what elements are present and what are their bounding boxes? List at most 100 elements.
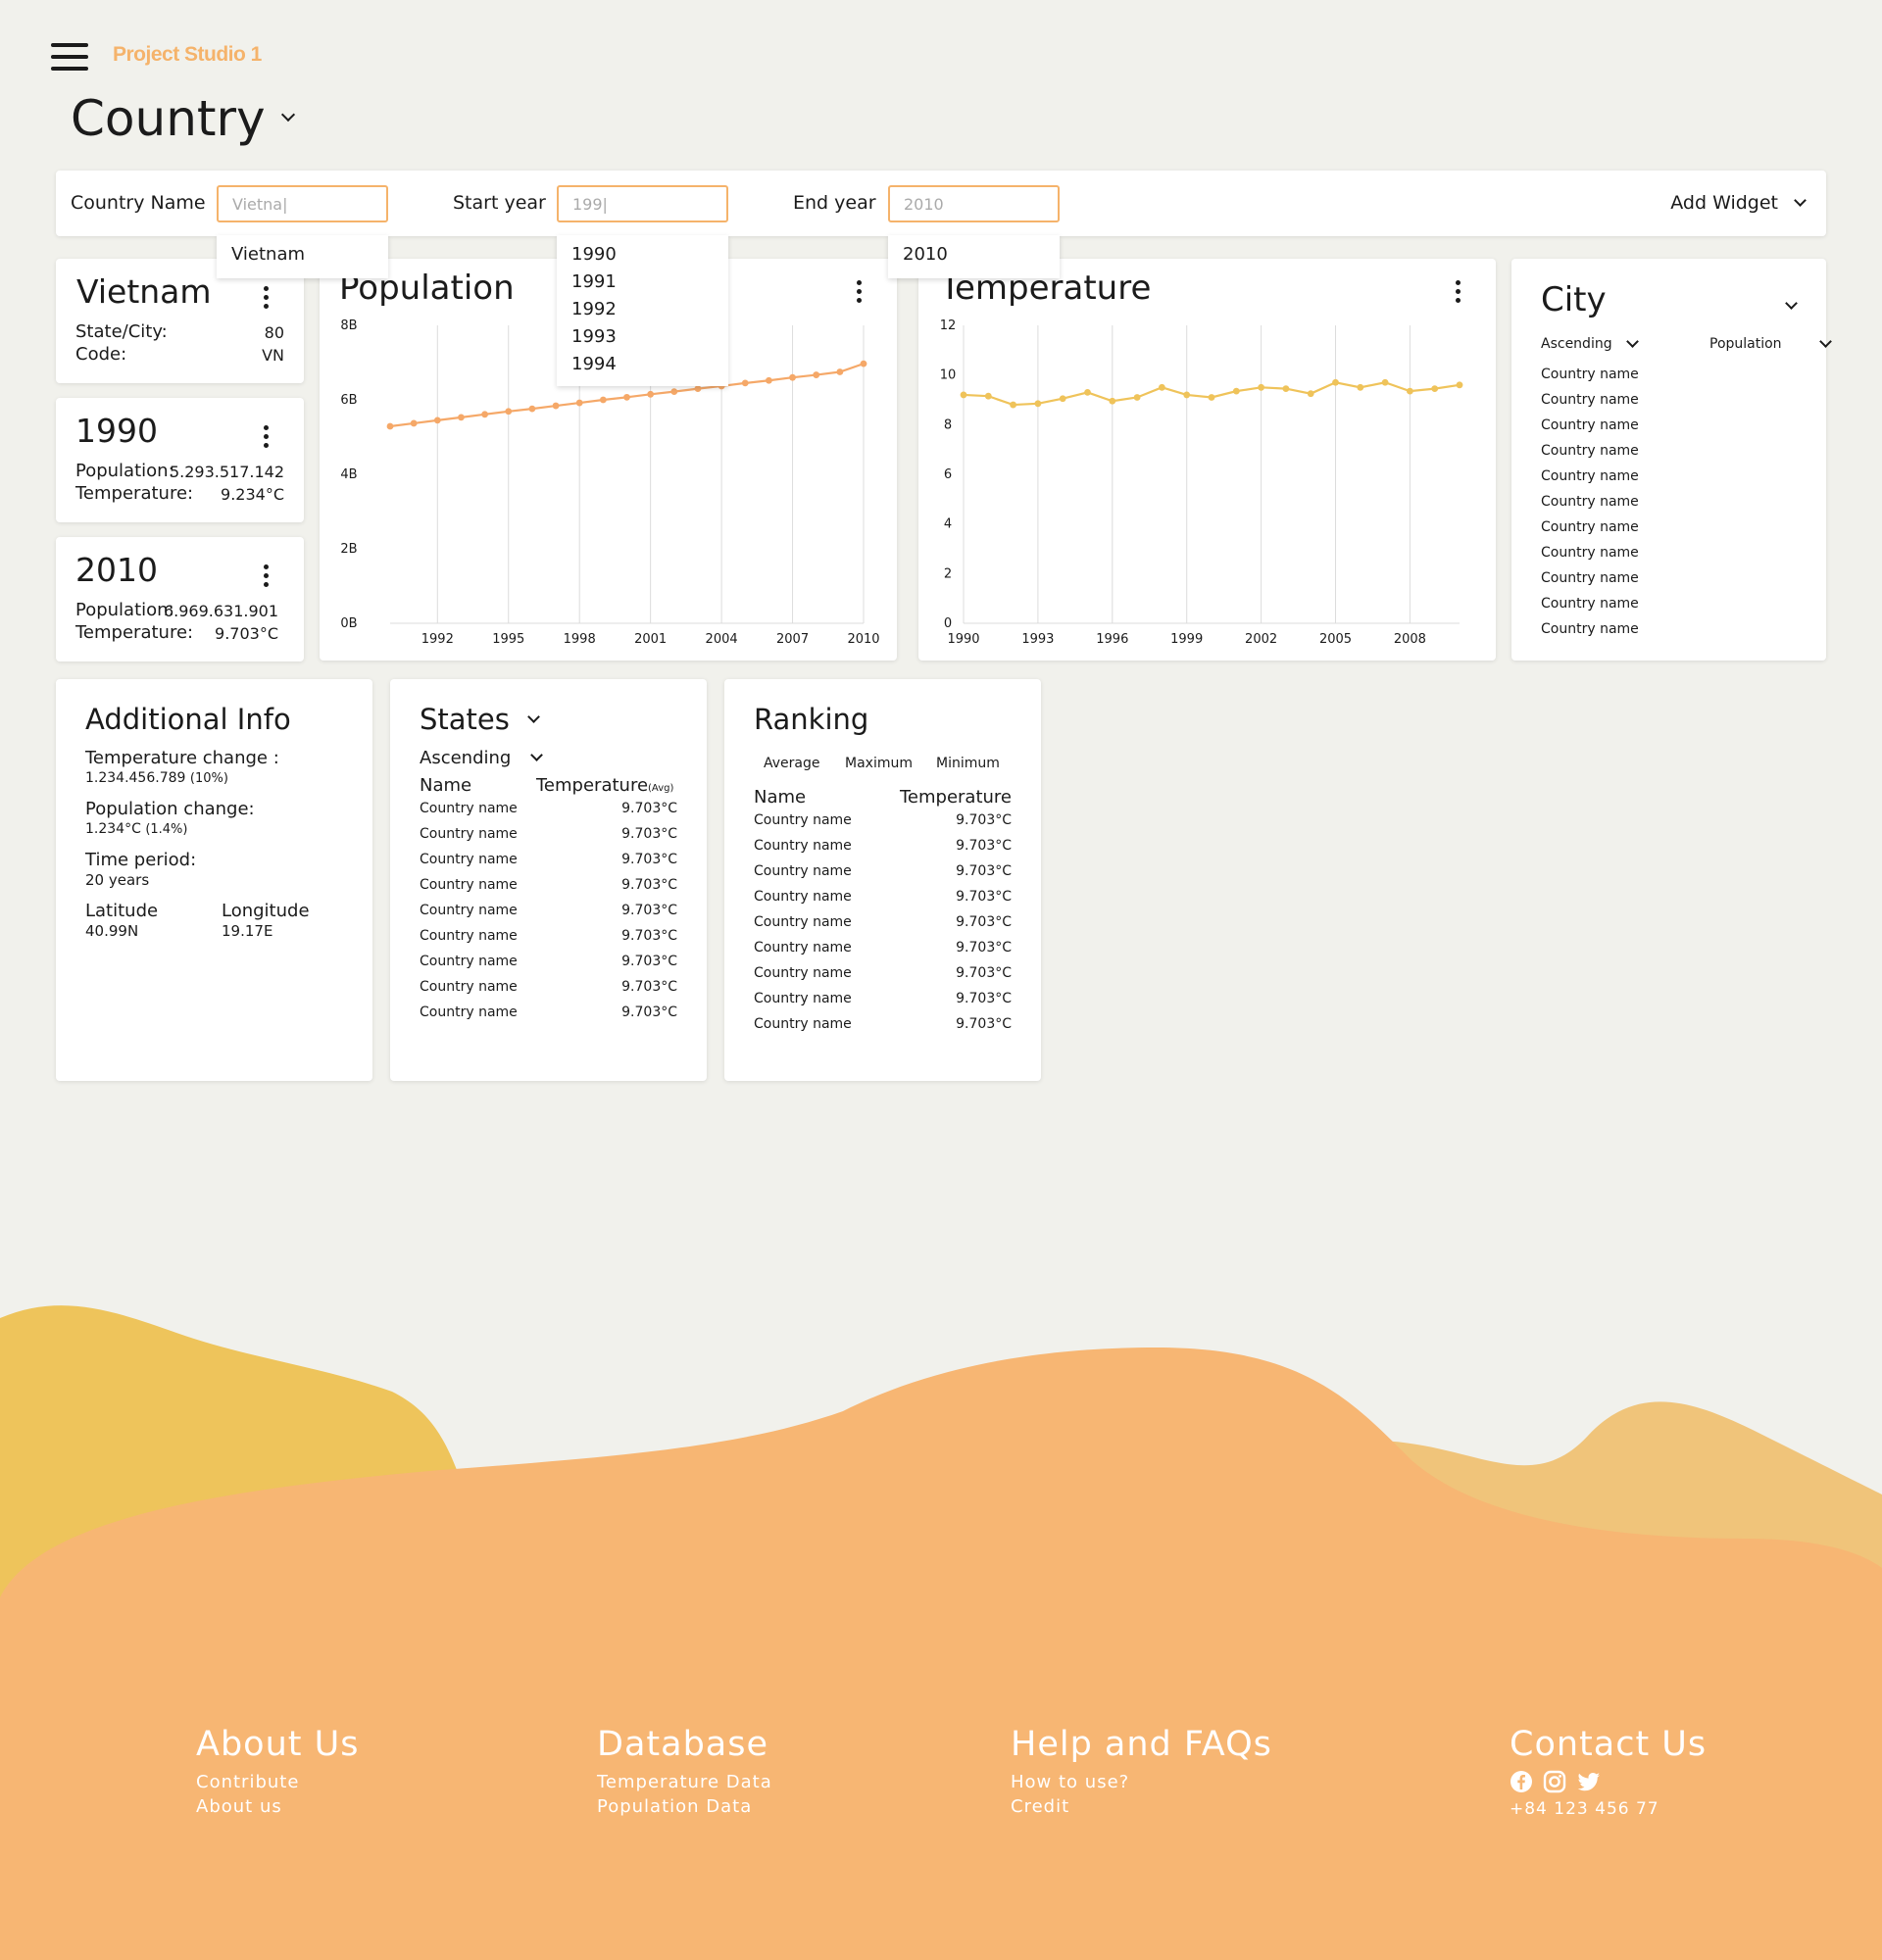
data-point[interactable] — [860, 360, 867, 368]
city-list-item[interactable]: Country name — [1541, 468, 1639, 484]
table-row-name[interactable]: Country name — [420, 928, 518, 944]
data-point[interactable] — [575, 399, 583, 407]
twitter-icon[interactable] — [1576, 1770, 1602, 1793]
footer-link-credit[interactable]: Credit — [1011, 1794, 1272, 1819]
footer-link-about-us[interactable]: About us — [196, 1794, 359, 1819]
data-point[interactable] — [528, 405, 536, 413]
table-row-name[interactable]: Country name — [754, 838, 852, 854]
suggestion-item[interactable]: 2010 — [903, 241, 1045, 269]
data-point[interactable] — [741, 379, 749, 387]
table-row-name[interactable]: Country name — [754, 940, 852, 956]
tab-maximum[interactable]: Maximum — [845, 756, 913, 771]
data-point[interactable] — [505, 408, 513, 416]
footer-link-population-data[interactable]: Population Data — [597, 1794, 772, 1819]
data-point[interactable] — [1307, 390, 1314, 398]
data-point[interactable] — [960, 391, 967, 399]
facebook-icon[interactable] — [1510, 1770, 1533, 1793]
data-point[interactable] — [599, 396, 607, 404]
more-options-icon[interactable] — [264, 564, 270, 591]
data-point[interactable] — [1109, 397, 1116, 405]
app-logo[interactable]: Project Studio 1 — [113, 43, 262, 67]
table-row-name[interactable]: Country name — [420, 903, 518, 918]
data-point[interactable] — [1282, 385, 1290, 392]
city-list-item[interactable]: Country name — [1541, 545, 1639, 561]
footer-phone[interactable]: +84 123 456 77 — [1510, 1797, 1707, 1822]
city-list-item[interactable]: Country name — [1541, 519, 1639, 535]
data-point[interactable] — [766, 376, 772, 384]
data-point[interactable] — [1381, 378, 1389, 386]
sort-field-dropdown[interactable]: Population — [1709, 335, 1832, 352]
more-options-icon[interactable] — [264, 425, 270, 452]
data-point[interactable] — [1456, 381, 1463, 389]
data-point[interactable] — [1258, 383, 1264, 391]
data-point[interactable] — [1232, 387, 1240, 395]
tab-minimum[interactable]: Minimum — [936, 756, 1000, 771]
data-point[interactable] — [1010, 401, 1016, 409]
table-row-name[interactable]: Country name — [420, 1004, 518, 1020]
more-options-icon[interactable] — [264, 286, 270, 313]
city-list-item[interactable]: Country name — [1541, 392, 1639, 408]
city-list-item[interactable]: Country name — [1541, 596, 1639, 612]
city-list-item[interactable]: Country name — [1541, 443, 1639, 459]
data-point[interactable] — [1133, 394, 1141, 401]
data-point[interactable] — [623, 393, 630, 401]
menu-icon[interactable] — [51, 43, 88, 71]
states-title-dropdown[interactable]: States — [420, 703, 540, 736]
country-name-input[interactable] — [217, 185, 388, 222]
page-title-dropdown[interactable]: Country — [71, 90, 295, 147]
city-list-item[interactable]: Country name — [1541, 570, 1639, 586]
data-point[interactable] — [1183, 391, 1191, 399]
suggestion-item[interactable]: 1991 — [571, 269, 714, 296]
data-point[interactable] — [1034, 400, 1042, 408]
data-point[interactable] — [458, 414, 465, 421]
city-list-item[interactable]: Country name — [1541, 621, 1639, 637]
data-point[interactable] — [433, 416, 441, 424]
footer-link-how-to-use[interactable]: How to use? — [1011, 1770, 1272, 1794]
table-row-name[interactable]: Country name — [420, 826, 518, 842]
end-year-input[interactable] — [888, 185, 1060, 222]
table-row-name[interactable]: Country name — [754, 812, 852, 828]
data-point[interactable] — [1084, 389, 1091, 396]
data-point[interactable] — [1407, 387, 1413, 395]
suggestion-item[interactable]: 1992 — [571, 296, 714, 323]
data-point[interactable] — [984, 392, 992, 400]
table-row-name[interactable]: Country name — [420, 852, 518, 867]
table-row-name[interactable]: Country name — [754, 1016, 852, 1032]
add-widget-button[interactable]: Add Widget — [1670, 192, 1807, 214]
data-point[interactable] — [552, 402, 560, 410]
data-point[interactable] — [836, 368, 844, 375]
data-point[interactable] — [410, 419, 418, 427]
suggestion-item[interactable]: 1993 — [571, 323, 714, 351]
table-row-name[interactable]: Country name — [420, 954, 518, 969]
table-row-name[interactable]: Country name — [420, 979, 518, 995]
data-point[interactable] — [694, 385, 702, 392]
suggestion-item[interactable]: 1990 — [571, 241, 714, 269]
data-point[interactable] — [1159, 383, 1165, 391]
chevron-down-icon[interactable] — [1785, 297, 1798, 310]
table-row-name[interactable]: Country name — [420, 801, 518, 816]
table-row-name[interactable]: Country name — [754, 914, 852, 930]
city-list-item[interactable]: Country name — [1541, 417, 1639, 433]
data-point[interactable] — [1208, 394, 1215, 401]
suggestion-item[interactable]: Vietnam — [231, 241, 373, 269]
table-row-name[interactable]: Country name — [420, 877, 518, 893]
data-point[interactable] — [670, 388, 678, 396]
sort-order-dropdown[interactable]: Ascending — [1541, 335, 1639, 352]
city-list-item[interactable]: Country name — [1541, 494, 1639, 510]
table-row-name[interactable]: Country name — [754, 965, 852, 981]
instagram-icon[interactable] — [1543, 1770, 1566, 1793]
table-row-name[interactable]: Country name — [754, 889, 852, 905]
suggestion-item[interactable]: 1994 — [571, 351, 714, 378]
data-point[interactable] — [647, 390, 655, 398]
data-point[interactable] — [1059, 395, 1066, 403]
table-row-name[interactable]: Country name — [754, 863, 852, 879]
start-year-input[interactable] — [557, 185, 728, 222]
data-point[interactable] — [1357, 383, 1364, 391]
footer-link-temperature-data[interactable]: Temperature Data — [597, 1770, 772, 1794]
sort-order-dropdown[interactable]: Ascending — [420, 748, 544, 768]
data-point[interactable] — [813, 371, 820, 378]
data-point[interactable] — [789, 373, 796, 381]
tab-average[interactable]: Average — [764, 756, 820, 771]
data-point[interactable] — [386, 422, 394, 430]
data-point[interactable] — [1431, 385, 1439, 392]
